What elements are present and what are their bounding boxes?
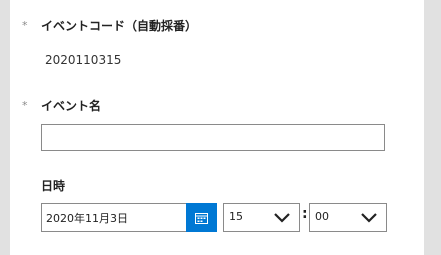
minute-select[interactable]: 00 xyxy=(309,203,387,232)
datetime-label: 日時 xyxy=(41,179,66,193)
hour-select[interactable]: 15 xyxy=(223,203,300,232)
time-separator: : xyxy=(302,206,308,222)
event-name-input[interactable] xyxy=(41,124,385,151)
calendar-button[interactable] xyxy=(186,203,217,232)
chevron-down-icon xyxy=(274,213,290,223)
minute-value: 00 xyxy=(315,210,329,223)
chevron-down-icon xyxy=(361,213,377,223)
hour-value: 15 xyxy=(229,210,243,223)
required-mark: * xyxy=(22,99,28,112)
event-name-label: イベント名 xyxy=(41,99,102,113)
event-form: * イベントコード（自動採番） 2020110315 * イベント名 日時 20… xyxy=(10,0,424,255)
event-code-value: 2020110315 xyxy=(45,53,122,67)
date-picker[interactable]: 2020年11月3日 xyxy=(41,203,217,232)
date-value: 2020年11月3日 xyxy=(46,212,128,225)
required-mark: * xyxy=(22,19,28,32)
event-code-label: イベントコード（自動採番） xyxy=(41,19,198,33)
calendar-icon xyxy=(195,212,208,224)
